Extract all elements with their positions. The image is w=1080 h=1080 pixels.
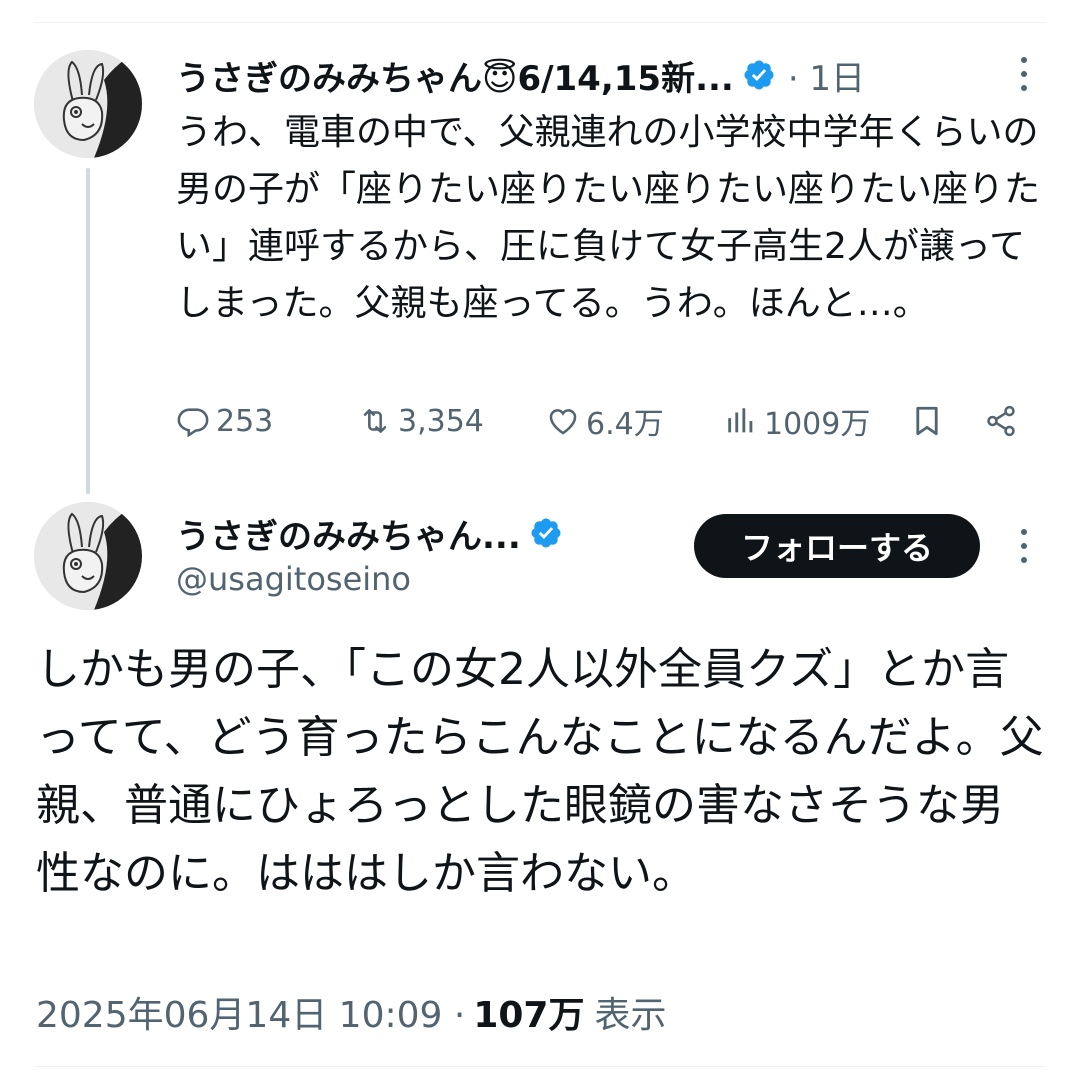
rabbit-sketch-avatar-icon [34, 502, 142, 610]
rabbit-sketch-avatar-icon [34, 50, 142, 158]
verified-badge-icon [742, 58, 776, 92]
view-count: 107万 [473, 995, 585, 1036]
tweet-meta: 2025年06月14日 10:09 · 107万 表示 [36, 984, 666, 1040]
retweet-count: 3,354 [398, 403, 484, 439]
view-label: 表示 [594, 995, 667, 1036]
tweet-datetime[interactable]: 2025年06月14日 10:09 · [36, 986, 465, 1038]
bottom-divider [34, 1066, 1046, 1067]
top-divider [34, 22, 1046, 23]
main-tweet-header: うさぎのみみちゃん... [176, 508, 563, 558]
main-tweet-text: しかも男の子、「この女2人以外全員クズ」とか言ってて、どう育ったらこんなことにな… [36, 644, 1044, 899]
avatar[interactable] [34, 50, 142, 158]
reply-count: 253 [216, 403, 274, 439]
follow-button[interactable]: フォローする [694, 514, 980, 578]
tweet-actions-bar: 253 3,354 6.4万 1009万 [176, 396, 1036, 446]
bookmark-icon [916, 406, 938, 436]
views-button[interactable]: 1009万 [724, 396, 870, 446]
verified-badge-icon [529, 516, 563, 550]
share-icon [987, 405, 1015, 437]
display-name[interactable]: うさぎのみみちゃん😇6/14,15新... [176, 51, 734, 100]
like-button[interactable]: 6.4万 [546, 396, 664, 446]
more-vertical-icon[interactable] [1014, 524, 1034, 568]
parent-tweet-text: うわ、電車の中で、父親連れの小学校中学年くらいの男の子が「座りたい座りたい座りた… [176, 112, 1041, 324]
reply-icon [177, 408, 209, 438]
tweet-timestamp[interactable]: · 1日 [788, 51, 865, 100]
retweet-button[interactable]: 3,354 [358, 396, 484, 446]
analytics-icon [728, 408, 753, 433]
view-count: 1009万 [764, 407, 871, 442]
reply-button[interactable]: 253 [176, 396, 273, 446]
more-vertical-icon[interactable] [1014, 52, 1034, 96]
share-button[interactable] [984, 396, 1024, 446]
user-handle[interactable]: @usagitoseino [176, 560, 411, 598]
like-count: 6.4万 [586, 407, 664, 442]
heart-icon [549, 409, 577, 435]
display-name[interactable]: うさぎのみみちゃん... [176, 509, 521, 558]
parent-tweet-header: うさぎのみみちゃん😇6/14,15新... · 1日 [176, 50, 1036, 100]
avatar[interactable] [34, 502, 142, 610]
retweet-icon [363, 409, 387, 433]
bookmark-button[interactable] [910, 396, 950, 446]
thread-connector-line [86, 168, 90, 494]
